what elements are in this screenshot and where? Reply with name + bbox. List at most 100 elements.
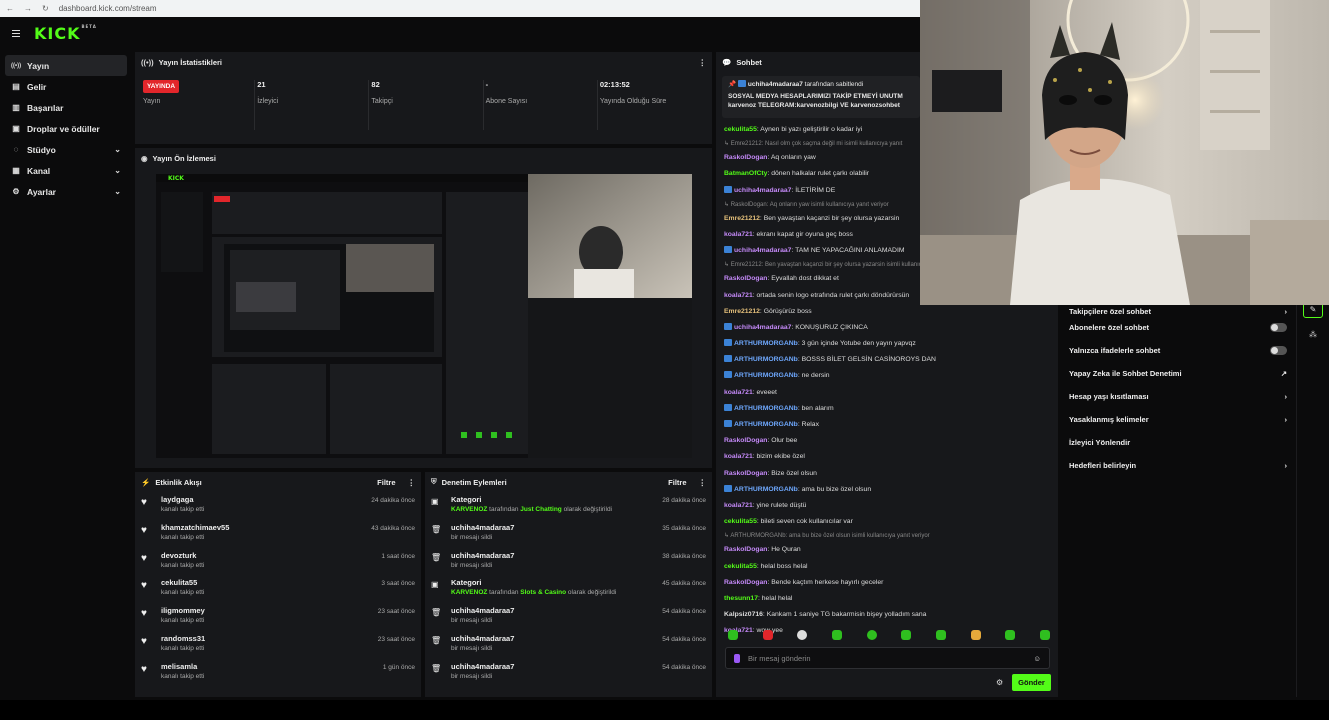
sidebar-item-achievements[interactable]: ▥ Başarılar — [5, 97, 127, 118]
emote-icon[interactable] — [1005, 630, 1016, 640]
chat-message[interactable]: RaskolDogan: He Quran — [724, 542, 1054, 558]
activity-item[interactable]: ♥ cekulita55 kanalı takip etti 3 saat önce — [135, 575, 421, 603]
more-options-icon[interactable]: ⋮ — [408, 478, 416, 487]
chat-username[interactable]: ARTHURMORGANb — [734, 405, 798, 412]
chat-username[interactable]: cekulita55 — [724, 518, 757, 525]
chat-username[interactable]: RaskolDogan — [724, 275, 767, 282]
menu-icon[interactable] — [12, 29, 20, 38]
chat-username[interactable]: thesunn17 — [724, 595, 758, 602]
moderation-item[interactable]: ▣ Kategori KARVENOZ tarafından Slots & Cas… — [425, 575, 712, 603]
moderation-item[interactable]: ▣ Kategori KARVENOZ tarafından Just Chatti… — [425, 492, 712, 520]
users-icon[interactable]: ⁂ — [1309, 330, 1329, 339]
sidebar-item-revenue[interactable]: ▤ Gelir — [5, 76, 127, 97]
chat-username[interactable]: uchiha4madaraa7 — [734, 187, 791, 194]
emote-icon[interactable] — [728, 630, 738, 640]
chat-username[interactable]: ARTHURMORGANb — [734, 421, 798, 428]
chat-message[interactable]: koala721: bizim ekibe özel — [724, 449, 1054, 465]
chat-username[interactable]: ARTHURMORGANb — [734, 340, 798, 347]
sidebar-item-channel[interactable]: ▦ Kanal ⌄ — [5, 160, 127, 181]
emote-icon[interactable] — [866, 630, 877, 640]
more-options-icon[interactable]: ⋮ — [699, 478, 707, 487]
emote-icon[interactable] — [831, 630, 842, 640]
emote-icon[interactable] — [935, 630, 946, 640]
chat-message[interactable]: Emre21212: Görüşürüz boss — [724, 304, 1054, 320]
toggle-switch[interactable] — [1270, 323, 1287, 332]
moderation-item[interactable]: 🗑 uchiha4madaraa7 bir mesajı sildi 38 dakik… — [425, 548, 712, 576]
chat-username[interactable]: ARTHURMORGANb — [734, 356, 798, 363]
sidebar-item-broadcast[interactable]: ((•)) Yayın — [5, 55, 127, 76]
chat-message[interactable]: RaskolDogan: Bende kaçtım herkese hayırl… — [724, 575, 1054, 591]
chat-message[interactable]: thesunn17: helal helal — [724, 591, 1054, 607]
kick-logo[interactable]: KICKBETA — [34, 24, 97, 43]
moderation-item[interactable]: 🗑 uchiha4madaraa7 bir mesajı sildi 54 dakik… — [425, 659, 712, 687]
toggle-switch[interactable] — [1270, 346, 1287, 355]
activity-item[interactable]: ♥ devozturk kanalı takip etti 1 saat önce — [135, 548, 421, 576]
chat-username[interactable]: RaskolDogan — [724, 437, 767, 444]
chat-username[interactable]: Emre21212 — [724, 215, 760, 222]
chat-message[interactable]: ARTHURMORGANb: ne dersin — [724, 368, 1054, 384]
chat-setting-item[interactable]: Yapay Zeka ile Sohbet Denetimi ↗ — [1062, 362, 1294, 385]
chat-message[interactable]: ARTHURMORGANb: ben alarım — [724, 401, 1054, 417]
activity-item[interactable]: ♥ randomss31 kanalı takip etti 23 saat önce — [135, 631, 421, 659]
chat-message[interactable]: ARTHURMORGANb: 3 gün içinde Yotube den y… — [724, 336, 1054, 352]
stream-preview-video[interactable]: KICK — [156, 174, 692, 458]
chat-message[interactable]: cekulita55: helal boss helal — [724, 559, 1054, 575]
sidebar-item-gear[interactable]: ⚙ Ayarlar ⌄ — [5, 181, 127, 202]
chat-username[interactable]: uchiha4madaraa7 — [734, 324, 791, 331]
send-button[interactable]: Gönder — [1012, 674, 1051, 691]
emoji-icon[interactable]: ☺ — [1033, 654, 1041, 663]
moderation-item[interactable]: 🗑 uchiha4madaraa7 bir mesajı sildi 54 dakik… — [425, 603, 712, 631]
moderation-item[interactable]: 🗑 uchiha4madaraa7 bir mesajı sildi 54 dakik… — [425, 631, 712, 659]
sidebar-item-studio[interactable]: ◌ Stüdyo ⌄ — [5, 139, 127, 160]
chat-message[interactable]: RaskolDogan: Olur bee — [724, 433, 1054, 449]
chat-username[interactable]: RaskolDogan — [724, 546, 767, 553]
chat-message[interactable]: koala721: yine rulete düştü — [724, 498, 1054, 514]
chat-username[interactable]: koala721 — [724, 502, 753, 509]
chat-username[interactable]: uchiha4madaraa7 — [734, 247, 791, 254]
chat-username[interactable]: koala721 — [724, 453, 753, 460]
emote-icon[interactable] — [797, 630, 808, 640]
chat-message[interactable]: ARTHURMORGANb: Relax — [724, 417, 1054, 433]
filter-button[interactable]: Filtre — [377, 478, 395, 487]
activity-item[interactable]: ♥ iligmommey kanalı takip etti 23 saat önce — [135, 603, 421, 631]
emote-icon[interactable] — [762, 630, 773, 640]
filter-button[interactable]: Filtre — [668, 478, 686, 487]
chat-username[interactable]: cekulita55 — [724, 563, 757, 570]
activity-item[interactable]: ♥ khamzatchimaev55 kanalı takip etti 43 dak… — [135, 520, 421, 548]
chat-setting-item[interactable]: İzleyici Yönlendir — [1062, 431, 1294, 454]
chat-message[interactable]: RaskolDogan: Bize özel olsun — [724, 466, 1054, 482]
chat-setting-item[interactable]: Yalnızca ifadelerle sohbet — [1062, 339, 1294, 362]
chat-setting-item[interactable]: Hedefleri belirleyin › — [1062, 454, 1294, 477]
back-icon[interactable]: ← — [6, 4, 14, 13]
moderation-item[interactable]: 🗑 uchiha4madaraa7 bir mesajı sildi 35 dakik… — [425, 520, 712, 548]
chat-username[interactable]: ARTHURMORGANb — [734, 372, 798, 379]
sidebar-item-gift[interactable]: ▣ Droplar ve ödüller — [5, 118, 127, 139]
chat-username[interactable]: Emre21212 — [724, 308, 760, 315]
chat-message[interactable]: koala721: eveeet — [724, 385, 1054, 401]
reload-icon[interactable]: ↻ — [42, 4, 49, 13]
chat-message[interactable]: cekulita55: bileti seven cok kullanıcıla… — [724, 514, 1054, 530]
chat-setting-item[interactable]: Abonelere özel sohbet — [1062, 316, 1294, 339]
chat-message[interactable]: uchiha4madaraa7: KONUŞURUZ ÇIKINCA — [724, 320, 1054, 336]
chat-username[interactable]: BatmanOfCty — [724, 170, 767, 177]
activity-item[interactable]: ♥ laydgaga kanalı takip etti 24 dakika önce — [135, 492, 421, 520]
chat-username[interactable]: cekulita55 — [724, 126, 757, 133]
activity-item[interactable]: ♥ melisamla kanalı takip etti 1 gün önce — [135, 659, 421, 687]
chat-setting-item[interactable]: Hesap yaşı kısıtlaması › — [1062, 385, 1294, 408]
chat-username[interactable]: ARTHURMORGANb — [734, 486, 798, 493]
chat-message[interactable]: ARTHURMORGANb: BOSSS BİLET GELSİN CASİNO… — [724, 352, 1054, 368]
chat-username[interactable]: RaskolDogan — [724, 470, 767, 477]
chat-input[interactable]: Bir mesaj gönderin ☺ — [725, 647, 1050, 669]
chat-message[interactable]: ARTHURMORGANb: ama bu bize özel olsun — [724, 482, 1054, 498]
chat-username[interactable]: Kalpsiz0716 — [724, 611, 763, 618]
chat-message[interactable]: Kalpsiz0716: Kankam 1 saniye TG bakarmis… — [724, 607, 1054, 623]
chat-username[interactable]: koala721 — [724, 389, 753, 396]
chat-username[interactable]: koala721 — [724, 292, 753, 299]
chat-username[interactable]: RaskolDogan — [724, 579, 767, 586]
pinned-message[interactable]: 📌 uchiha4madaraa7 tarafından sabitlendi … — [722, 76, 920, 118]
chat-username[interactable]: RaskolDogan — [724, 154, 767, 161]
chat-settings-gear-icon[interactable]: ⚙ — [996, 678, 1003, 687]
emote-icon[interactable] — [970, 630, 981, 640]
chat-setting-item[interactable]: Yasaklanmış kelimeler › — [1062, 408, 1294, 431]
emote-icon[interactable] — [901, 630, 912, 640]
